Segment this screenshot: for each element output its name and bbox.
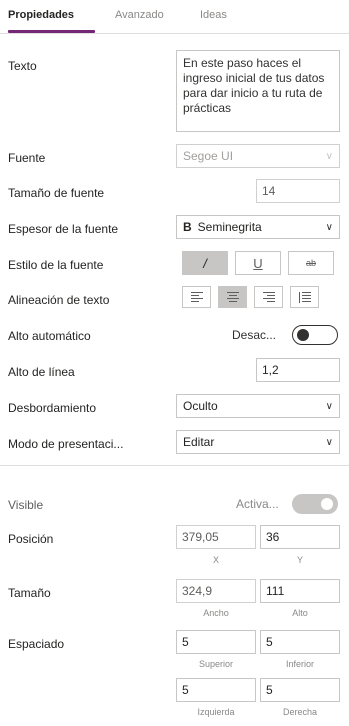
padding-label: Espaciado [8, 637, 65, 651]
align-right-icon [262, 292, 275, 302]
padding-right-input[interactable]: 5 [260, 678, 340, 702]
font-style-group: / U ab [182, 251, 334, 275]
font-size-input[interactable]: 14 [256, 179, 340, 203]
size-width-caption: Ancho [203, 608, 229, 618]
padding-top-input[interactable]: 5 [176, 630, 256, 654]
font-weight-value: Seminegrita [197, 220, 262, 234]
visible-value: Activa... [236, 497, 279, 511]
align-right-button[interactable] [254, 286, 283, 308]
toggle-knob [321, 498, 333, 510]
font-dropdown[interactable]: Segoe UI ∨ [176, 144, 340, 168]
font-label: Fuente [8, 151, 46, 165]
align-left-button[interactable] [182, 286, 211, 308]
position-label: Posición [8, 532, 54, 546]
font-size-label: Tamaño de fuente [8, 186, 105, 200]
padding-left-input[interactable]: 5 [176, 678, 256, 702]
underline-icon: U [253, 255, 263, 271]
tab-advanced[interactable]: Avanzado [115, 9, 164, 21]
tab-bar: Propiedades Avanzado Ideas [0, 0, 349, 34]
font-weight-label: Espesor de la fuente [8, 222, 119, 236]
font-value: Segoe UI [183, 149, 234, 163]
padding-left-caption: Izquierda [197, 707, 235, 717]
overflow-label: Desbordamiento [8, 401, 97, 415]
line-height-label: Alto de línea [8, 365, 75, 379]
align-justify-icon [298, 291, 311, 303]
align-center-button[interactable] [218, 286, 247, 308]
chevron-down-icon: ∨ [325, 400, 333, 412]
size-height-caption: Alto [292, 608, 308, 618]
position-x-caption: X [212, 555, 219, 565]
toggle-knob [297, 329, 309, 341]
display-mode-value: Editar [183, 435, 215, 449]
auto-height-toggle[interactable] [292, 325, 338, 345]
text-align-label: Alineación de texto [8, 293, 110, 307]
underline-button[interactable]: U [235, 251, 281, 275]
padding-right-caption: Derecha [282, 707, 318, 717]
position-y-input[interactable]: 36 [260, 525, 340, 549]
display-mode-label: Modo de presentaci... [8, 437, 124, 451]
chevron-down-icon: ∨ [325, 150, 333, 162]
visible-label: Visible [8, 498, 44, 512]
font-style-label: Estilo de la fuente [8, 258, 104, 272]
strikethrough-button[interactable]: ab [288, 251, 334, 275]
overflow-dropdown[interactable]: Oculto ∨ [176, 394, 340, 418]
strikethrough-icon: ab [305, 258, 316, 268]
padding-bottom-caption: Inferior [285, 659, 314, 669]
text-label: Texto [8, 59, 37, 73]
text-align-group [182, 286, 319, 308]
line-height-input[interactable]: 1,2 [256, 358, 340, 382]
size-label: Tamaño [8, 586, 51, 600]
position-y-caption: Y [296, 555, 303, 565]
auto-height-label: Alto automático [8, 329, 91, 343]
tab-properties[interactable]: Propiedades [8, 9, 74, 21]
tab-ideas[interactable]: Ideas [200, 9, 227, 21]
section-divider [0, 465, 349, 466]
align-justify-button[interactable] [290, 286, 319, 308]
position-x-input[interactable]: 379,05 [176, 525, 256, 549]
font-weight-dropdown[interactable]: B Seminegrita ∨ [176, 215, 340, 239]
italic-icon: / [203, 255, 207, 271]
active-tab-indicator [8, 30, 95, 33]
auto-height-value: Desac... [232, 328, 277, 342]
overflow-value: Oculto [183, 399, 218, 413]
text-input[interactable]: En este paso haces el ingreso inicial de… [176, 50, 340, 132]
chevron-down-icon: ∨ [325, 436, 333, 448]
bold-icon: B [183, 220, 192, 234]
visible-toggle[interactable] [292, 494, 338, 514]
italic-button[interactable]: / [182, 251, 228, 275]
align-center-icon [226, 292, 239, 302]
chevron-down-icon: ∨ [325, 221, 333, 233]
padding-bottom-input[interactable]: 5 [260, 630, 340, 654]
padding-top-caption: Superior [198, 659, 234, 669]
display-mode-dropdown[interactable]: Editar ∨ [176, 430, 340, 454]
align-left-icon [190, 292, 203, 302]
size-width-input[interactable]: 324,9 [176, 579, 256, 603]
size-height-input[interactable]: 111 [260, 579, 340, 603]
